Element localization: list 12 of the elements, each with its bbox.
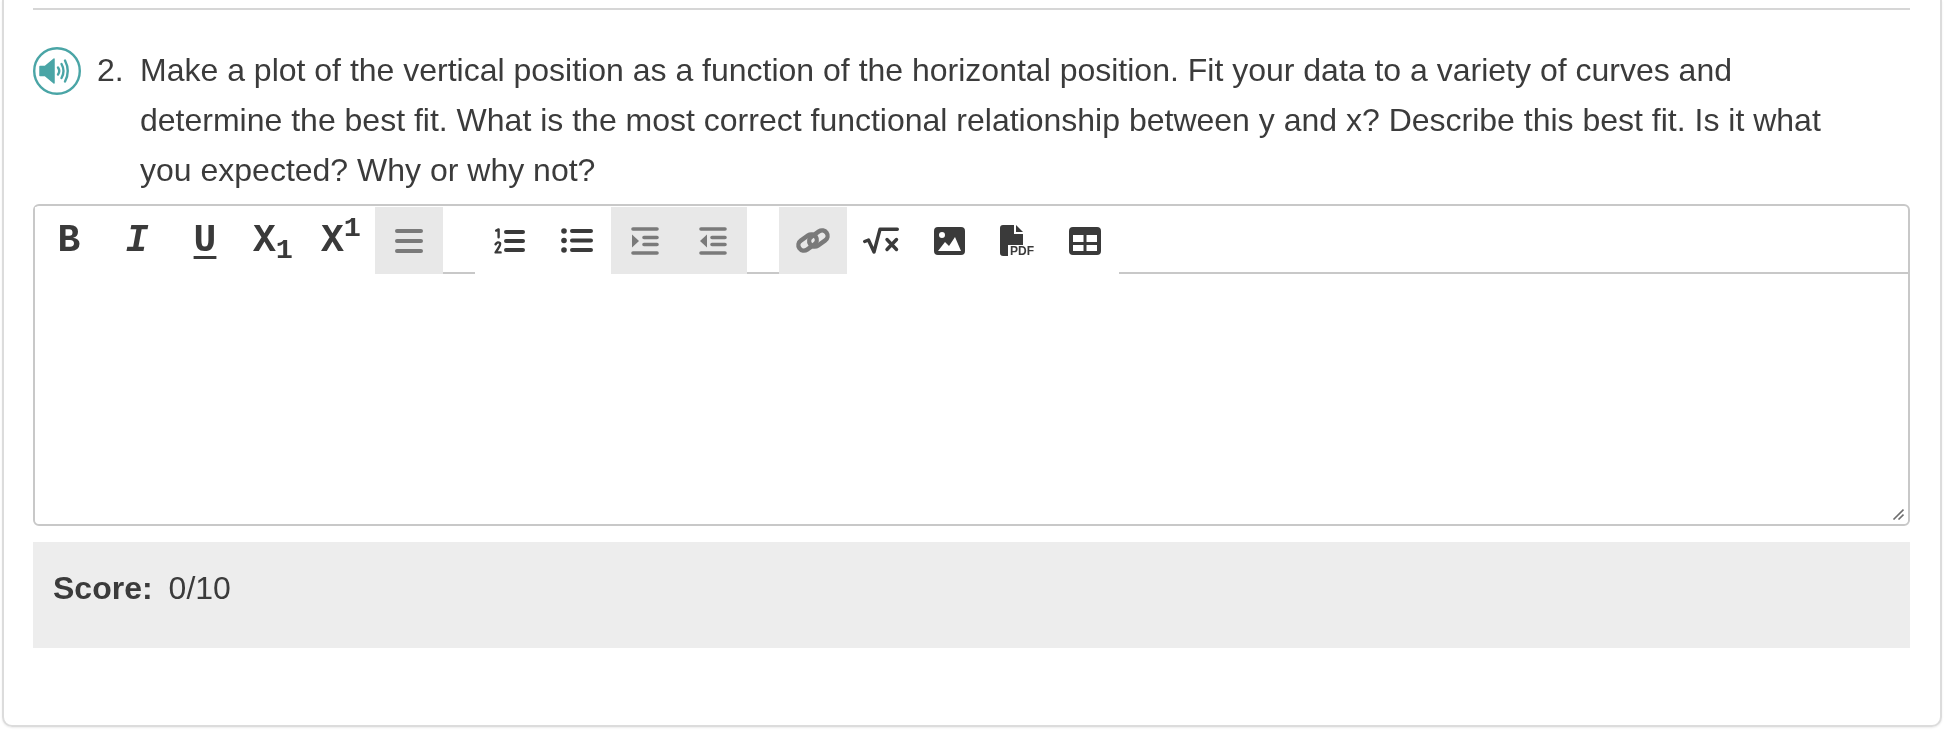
speaker-icon[interactable] — [33, 47, 81, 95]
table-icon[interactable] — [1069, 226, 1101, 255]
score-label: Score: — [53, 569, 153, 608]
score-value: 0/10 — [168, 569, 231, 608]
question-number: 2. — [97, 51, 125, 90]
square-root-icon[interactable] — [863, 227, 899, 254]
resize-handle[interactable] — [1892, 508, 1904, 520]
question-text: Make a plot of the vertical position as a function of the horizontal position. Fit your data to a variety of curves and determine the best fit. What is the most correct functional relationship between y and x? Describe this best fit. Is it what you expected? Why or why not? — [140, 51, 1822, 190]
numbered-list-icon[interactable] — [493, 227, 525, 254]
bullet-list-icon[interactable] — [561, 228, 593, 253]
bold-button[interactable]: B — [35, 207, 103, 274]
image-icon[interactable] — [933, 226, 965, 255]
